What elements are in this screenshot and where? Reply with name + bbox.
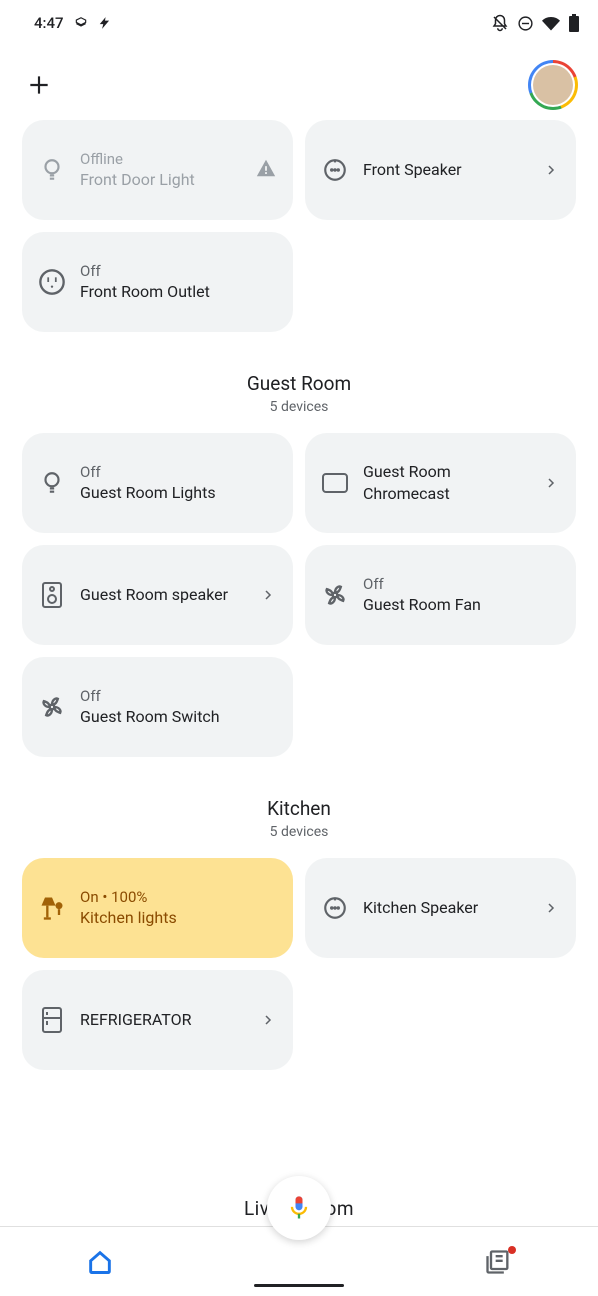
bulb-icon [36, 154, 68, 186]
dnd-icon [517, 15, 534, 32]
device-title: Guest Room Switch [80, 706, 277, 728]
chevron-right-icon [542, 474, 560, 492]
notifications-off-icon [491, 14, 509, 32]
device-status: Off [80, 462, 277, 482]
battery-icon [568, 14, 580, 32]
device-title-line1: Guest Room Chromecast [363, 461, 530, 504]
device-card-front-room-outlet[interactable]: Off Front Room Outlet [22, 232, 293, 332]
room-count: 5 devices [22, 399, 576, 415]
bulb-icon [36, 467, 68, 499]
nav-home[interactable] [80, 1242, 120, 1282]
outlet-icon [36, 266, 68, 298]
device-title: Front Room Outlet [80, 281, 277, 303]
device-title: Guest Room speaker [80, 584, 247, 606]
fan-icon [36, 691, 68, 723]
device-card-front-door-light[interactable]: Offline Front Door Light [22, 120, 293, 220]
device-card-kitchen-lights[interactable]: On • 100% Kitchen lights [22, 858, 293, 958]
device-status: Off [363, 574, 560, 594]
bolt-icon [98, 16, 112, 30]
device-card-guest-room-fan[interactable]: Off Guest Room Fan [305, 545, 576, 645]
room-name: Kitchen [22, 797, 576, 820]
device-card-kitchen-speaker[interactable]: Kitchen Speaker [305, 858, 576, 958]
device-card-front-speaker[interactable]: Front Speaker [305, 120, 576, 220]
device-status: Off [80, 686, 277, 706]
fridge-icon [36, 1004, 68, 1036]
lamp-icon [36, 892, 68, 924]
speaker-mini-icon [319, 154, 351, 186]
room-count: 5 devices [22, 824, 576, 840]
room-header-guest-room: Guest Room 5 devices [22, 332, 576, 433]
chevron-right-icon [259, 1011, 277, 1029]
device-title: REFRIGERATOR [80, 1009, 247, 1031]
room-header-kitchen: Kitchen 5 devices [22, 757, 576, 858]
device-card-refrigerator[interactable]: REFRIGERATOR [22, 970, 293, 1070]
warning-icon [255, 157, 277, 183]
content-scroll[interactable]: Offline Front Door Light Front Speaker [0, 120, 598, 1070]
voice-assistant-button[interactable] [267, 1176, 331, 1240]
status-bar: 4:47 [0, 0, 598, 40]
account-avatar[interactable] [528, 60, 578, 110]
device-card-guest-room-switch[interactable]: Off Guest Room Switch [22, 657, 293, 757]
top-bar [0, 40, 598, 120]
add-button[interactable] [24, 70, 54, 100]
speaker-icon [36, 579, 68, 611]
device-status: Offline [80, 149, 243, 169]
device-title: Front Speaker [363, 159, 530, 181]
chevron-right-icon [542, 161, 560, 179]
device-status: Off [80, 261, 277, 281]
chevron-right-icon [259, 586, 277, 604]
system-nav-handle[interactable] [0, 1278, 598, 1296]
wifi-icon [542, 14, 560, 32]
device-title: Guest Room Fan [363, 594, 560, 616]
nav-feed[interactable] [478, 1242, 518, 1282]
room-name: Guest Room [22, 372, 576, 395]
device-title: Kitchen lights [80, 907, 277, 929]
speaker-mini-icon [319, 892, 351, 924]
device-status: On • 100% [80, 887, 277, 907]
device-title: Front Door Light [80, 169, 243, 191]
device-card-guest-room-speaker[interactable]: Guest Room speaker [22, 545, 293, 645]
device-card-guest-room-lights[interactable]: Off Guest Room Lights [22, 433, 293, 533]
status-time: 4:47 [34, 14, 64, 32]
device-title: Kitchen Speaker [363, 897, 530, 919]
fan-icon [319, 579, 351, 611]
device-title: Guest Room Lights [80, 482, 277, 504]
notification-dot [508, 1246, 516, 1254]
device-card-guest-room-chromecast[interactable]: Guest Room Chromecast [305, 433, 576, 533]
cast-icon [319, 467, 351, 499]
status-app-icon [74, 16, 88, 30]
chevron-right-icon [542, 899, 560, 917]
